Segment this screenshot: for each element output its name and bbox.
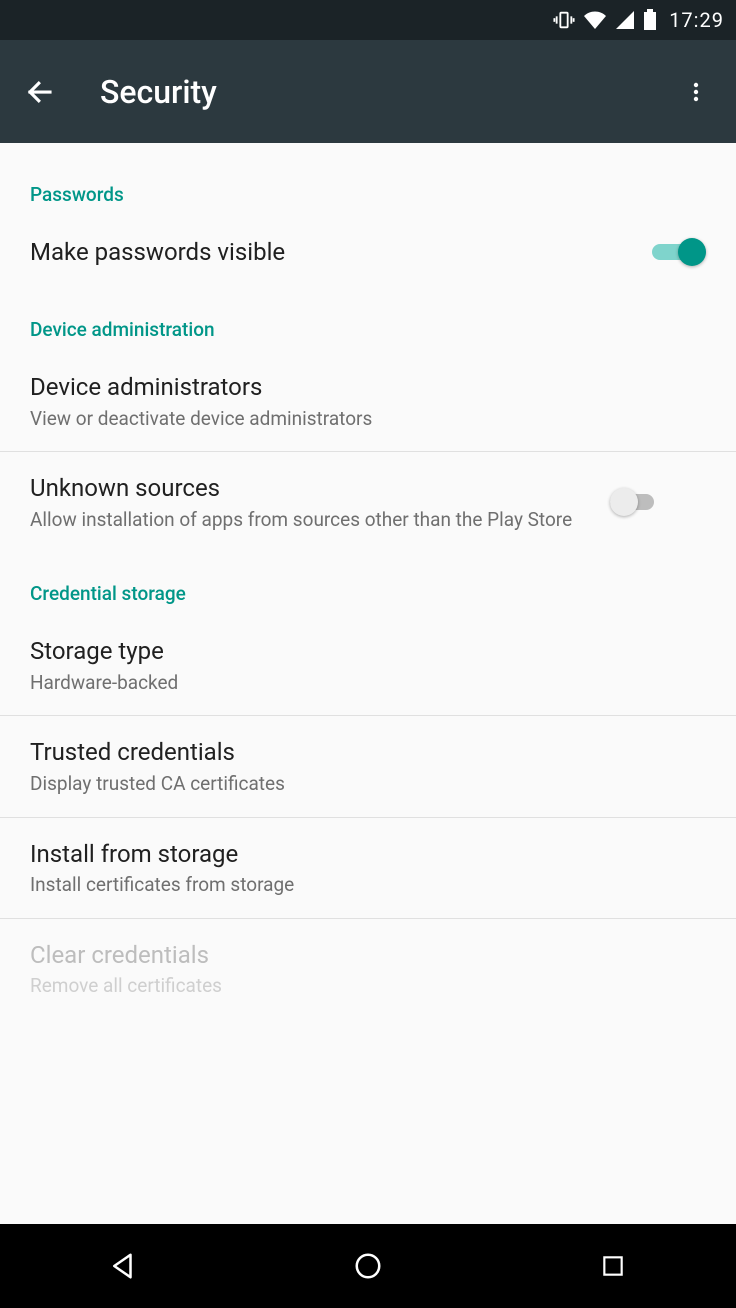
- item-summary: Allow installation of apps from sources …: [30, 507, 590, 533]
- section-header-credential-storage: Credential storage: [0, 552, 736, 615]
- toggle-make-passwords-visible[interactable]: [652, 237, 706, 267]
- settings-list: Passwords Make passwords visible Device …: [0, 143, 736, 1019]
- battery-icon: [643, 9, 657, 31]
- item-summary: Install certificates from storage: [30, 872, 706, 898]
- item-summary: Hardware-backed: [30, 670, 706, 696]
- page-title: Security: [100, 73, 676, 111]
- section-header-passwords: Passwords: [0, 143, 736, 216]
- vibrate-icon: [553, 9, 575, 31]
- item-title: Device administrators: [30, 371, 706, 403]
- overflow-menu-button[interactable]: [676, 72, 716, 112]
- section-header-device-administration: Device administration: [0, 288, 736, 351]
- item-summary: Remove all certificates: [30, 973, 706, 999]
- item-trusted-credentials[interactable]: Trusted credentials Display trusted CA c…: [0, 716, 736, 816]
- item-title: Clear credentials: [30, 939, 706, 971]
- nav-back-button[interactable]: [93, 1236, 153, 1296]
- toggle-unknown-sources[interactable]: [610, 487, 664, 517]
- item-summary: View or deactivate device administrators: [30, 406, 706, 432]
- item-make-passwords-visible[interactable]: Make passwords visible: [0, 216, 736, 288]
- item-install-from-storage[interactable]: Install from storage Install certificate…: [0, 818, 736, 918]
- wifi-icon: [583, 10, 607, 30]
- clock-text: 17:29: [669, 8, 724, 32]
- item-clear-credentials: Clear credentials Remove all certificate…: [0, 919, 736, 1019]
- nav-recent-button[interactable]: [583, 1236, 643, 1296]
- item-summary: Display trusted CA certificates: [30, 771, 706, 797]
- item-title: Trusted credentials: [30, 736, 706, 768]
- item-title: Unknown sources: [30, 472, 590, 504]
- item-unknown-sources[interactable]: Unknown sources Allow installation of ap…: [0, 452, 736, 552]
- cell-signal-icon: [615, 10, 635, 30]
- item-title: Make passwords visible: [30, 236, 632, 268]
- navigation-bar: [0, 1224, 736, 1308]
- item-device-administrators[interactable]: Device administrators View or deactivate…: [0, 351, 736, 451]
- item-title: Install from storage: [30, 838, 706, 870]
- item-storage-type[interactable]: Storage type Hardware-backed: [0, 615, 736, 715]
- app-bar: Security: [0, 40, 736, 143]
- nav-home-button[interactable]: [338, 1236, 398, 1296]
- back-button[interactable]: [20, 72, 60, 112]
- item-title: Storage type: [30, 635, 706, 667]
- status-bar: 17:29: [0, 0, 736, 40]
